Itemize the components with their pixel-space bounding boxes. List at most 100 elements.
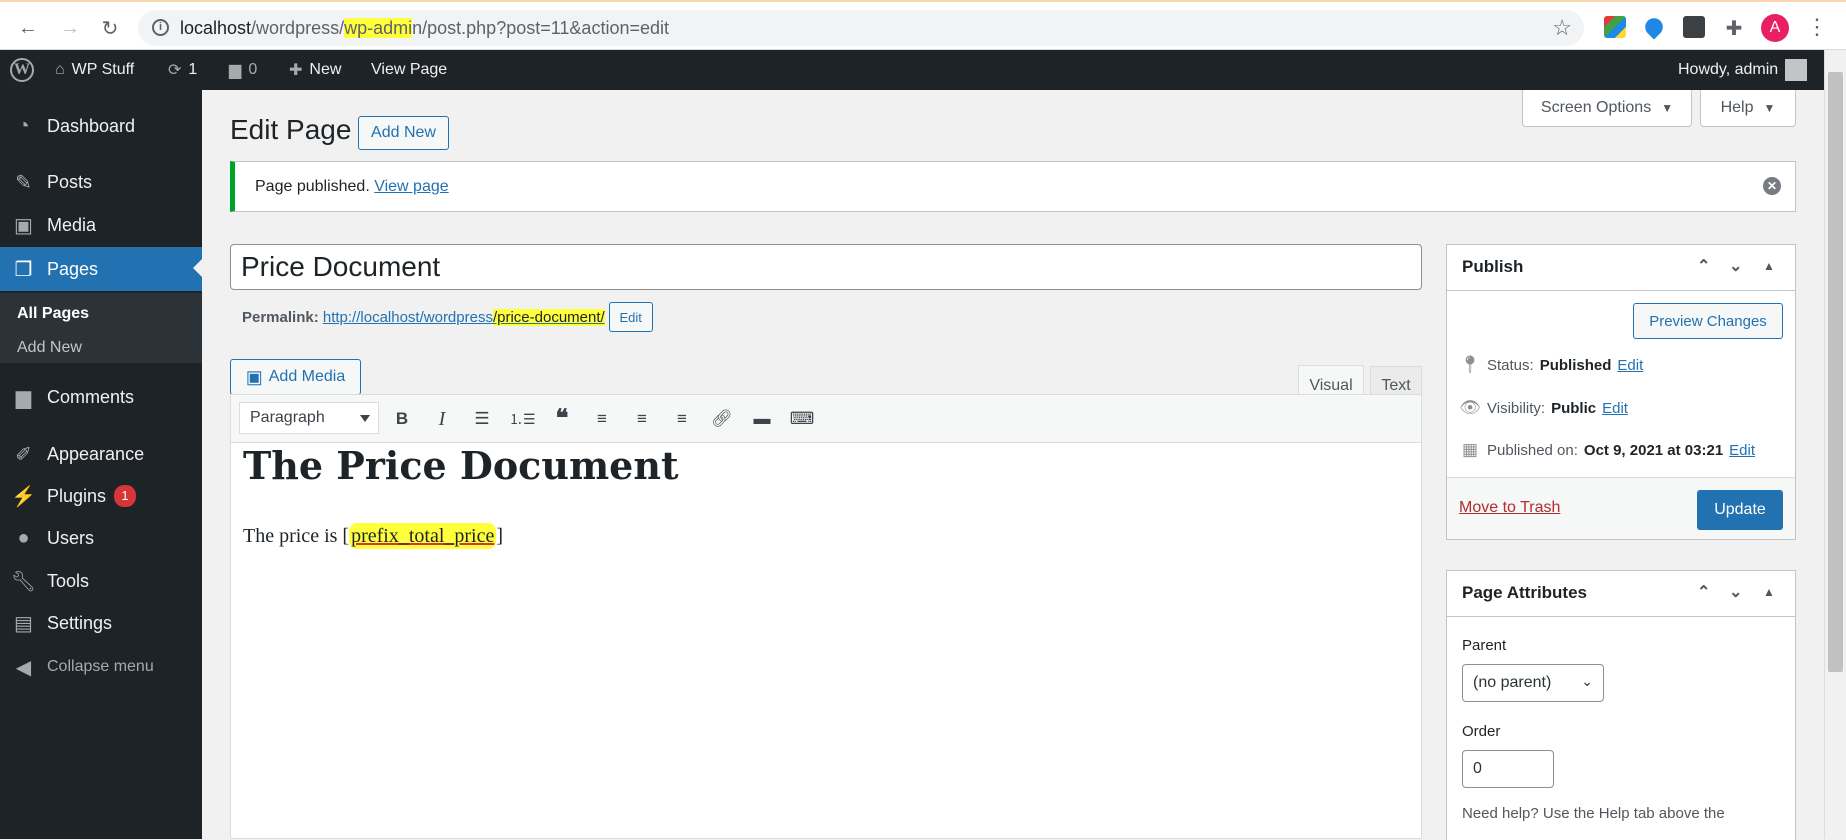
italic-icon[interactable]: I [429,407,455,431]
permalink-link[interactable]: http://localhost/wordpress/price-documen… [323,308,605,326]
sidebar-item-appearance[interactable]: ✐ Appearance [0,434,202,474]
browser-menu-icon[interactable]: ⋮ [1806,14,1828,40]
toggle-panel-icon[interactable]: ▲ [1763,585,1775,599]
howdy-text: Howdy, admin [1678,61,1779,78]
align-right-icon[interactable]: ≡ [669,407,695,431]
parent-select[interactable]: (no parent) ⌄ [1462,664,1604,702]
site-name: WP Stuff [71,61,135,78]
move-down-icon[interactable]: ⌄ [1729,256,1742,276]
publish-header: Publish ⌃ ⌄ ▲ [1447,245,1795,291]
sidebar-item-dashboard[interactable]: ◔ Dashboard [0,106,202,146]
admin-bar-comments[interactable]: ▆ 0 [229,50,257,90]
extension-colorful-icon[interactable] [1604,16,1626,38]
bold-icon[interactable]: B [389,407,415,431]
admin-bar-updates[interactable]: ⟳ 1 [168,50,197,90]
sidebar-item-settings[interactable]: ▤ Settings [0,603,202,643]
collapse-menu-button[interactable]: ◀ Collapse menu [0,647,202,687]
align-center-icon[interactable]: ≡ [629,407,655,431]
page-scrollbar[interactable] [1824,50,1846,839]
move-down-icon[interactable]: ⌄ [1729,582,1742,602]
scrollbar-thumb[interactable] [1828,72,1843,672]
submenu-all-pages[interactable]: All Pages [17,305,89,323]
dismiss-notice-icon[interactable]: ✕ [1763,177,1781,195]
sidebar-item-plugins[interactable]: ⚡ Plugins 1 [0,476,202,516]
wordpress-logo-icon[interactable]: W [10,50,34,90]
sidebar-item-users[interactable]: ● Users [0,518,202,558]
shortcode-text: prefix_total_price [349,523,497,549]
sidebar-item-posts[interactable]: ✎ Posts [0,162,202,202]
screen-options-button[interactable]: Screen Options ▼ [1522,90,1692,127]
sidebar-item-label: Tools [47,570,90,591]
edit-status-link[interactable]: Edit [1617,357,1643,374]
align-left-icon[interactable]: ≡ [589,407,615,431]
updates-icon: ⟳ [168,62,182,79]
admin-bar-site[interactable]: ⌂ WP Stuff [55,50,134,90]
main-content: Screen Options ▼ Help ▼ Edit Page Add New … [202,90,1824,840]
read-more-icon[interactable]: ▬ [749,407,775,431]
bulleted-list-icon[interactable]: ☰ [469,407,495,431]
extension-dark-icon[interactable] [1683,16,1705,38]
published-notice: Page published. View page ✕ [230,161,1796,212]
sidebar-item-label: Settings [47,612,113,633]
sidebar-item-tools[interactable]: 🔧︎ Tools [0,561,202,601]
extensions-puzzle-icon[interactable]: ✚ [1718,12,1750,44]
extension-drop-icon[interactable] [1641,14,1667,40]
add-media-icon: ▣ [245,366,263,387]
submenu-add-new[interactable]: Add New [17,339,82,357]
updates-count: 1 [188,61,198,78]
preview-changes-button[interactable]: Preview Changes [1633,303,1783,339]
pages-icon: ❐ [14,258,33,281]
page-attributes-title: Page Attributes [1462,583,1588,602]
home-icon: ⌂ [55,61,65,78]
sidebar-item-pages[interactable]: ❐ Pages [0,247,202,291]
visibility-label: Visibility: [1487,399,1546,417]
post-title-input[interactable]: Price Document [230,244,1422,290]
move-up-icon[interactable]: ⌃ [1697,582,1710,602]
site-info-icon[interactable]: i [152,19,169,36]
permalink-edit-button[interactable]: Edit [608,302,653,332]
toolbar-toggle-icon[interactable]: ⌨ [789,407,815,431]
view-page-link[interactable]: View page [374,178,448,196]
admin-bar-account[interactable]: Howdy, admin [1678,50,1808,90]
sidebar-item-label: Appearance [47,443,145,464]
move-to-trash-link[interactable]: Move to Trash [1459,499,1560,517]
browser-chrome: ← → ↻ i localhost/wordpress/wp-admin/pos… [0,0,1846,50]
add-media-button[interactable]: ▣ Add Media [230,359,361,395]
admin-bar-view-page[interactable]: View Page [371,50,447,90]
edit-visibility-link[interactable]: Edit [1602,400,1628,417]
format-select[interactable]: Paragraph [239,402,379,434]
notice-text: Page published. [255,177,370,195]
edit-date-link[interactable]: Edit [1729,442,1755,459]
reload-icon[interactable]: ↻ [94,12,126,44]
link-icon[interactable]: 🔗︎ [709,407,735,431]
status-label: Status: [1487,356,1534,374]
back-arrow-icon[interactable]: ← [12,12,44,44]
users-icon: ● [17,526,30,549]
order-input[interactable]: 0 [1462,750,1554,788]
forward-arrow-icon[interactable]: → [54,12,86,44]
blockquote-icon[interactable]: ❝ [549,407,575,431]
triangle-down-icon: ▼ [1763,101,1776,115]
permalink-label: Permalink: [242,308,319,326]
permalink-row: Permalink: http://localhost/wordpress/pr… [242,301,653,333]
toggle-panel-icon[interactable]: ▲ [1763,259,1775,273]
move-up-icon[interactable]: ⌃ [1697,256,1710,276]
numbered-list-icon[interactable]: ⒈☰ [509,407,536,431]
admin-bar-new[interactable]: ✚ New [289,50,341,90]
profile-avatar[interactable]: A [1761,14,1789,42]
editor-toolbar: Paragraph B I ☰ ⒈☰ ❝ ≡ ≡ ≡ 🔗︎ ▬ ⌨ [231,395,1421,443]
screen-options-label: Screen Options [1540,99,1652,116]
add-new-page-button[interactable]: Add New [358,116,449,150]
pin-icon: ✎ [15,171,32,194]
url-text[interactable]: localhost/wordpress/wp-admin/post.php?po… [180,18,669,39]
sidebar-item-media[interactable]: ▣ Media [0,205,202,245]
help-button[interactable]: Help ▼ [1700,90,1796,127]
published-on-row: ▦ Published on: Oct 9, 2021 at 03:21 Edit [1459,437,1755,463]
update-button[interactable]: Update [1697,490,1783,530]
address-bar[interactable]: i localhost/wordpress/wp-admin/post.php?… [138,10,1584,46]
sidebar-item-comments[interactable]: ▆ Comments [0,377,202,417]
visibility-row: 👁︎ Visibility: Public Edit [1459,395,1628,421]
publish-title: Publish [1462,257,1524,276]
url-query: /post.php?post=11&action=edit [422,18,669,38]
bookmark-star-icon[interactable]: ☆ [1552,15,1572,41]
